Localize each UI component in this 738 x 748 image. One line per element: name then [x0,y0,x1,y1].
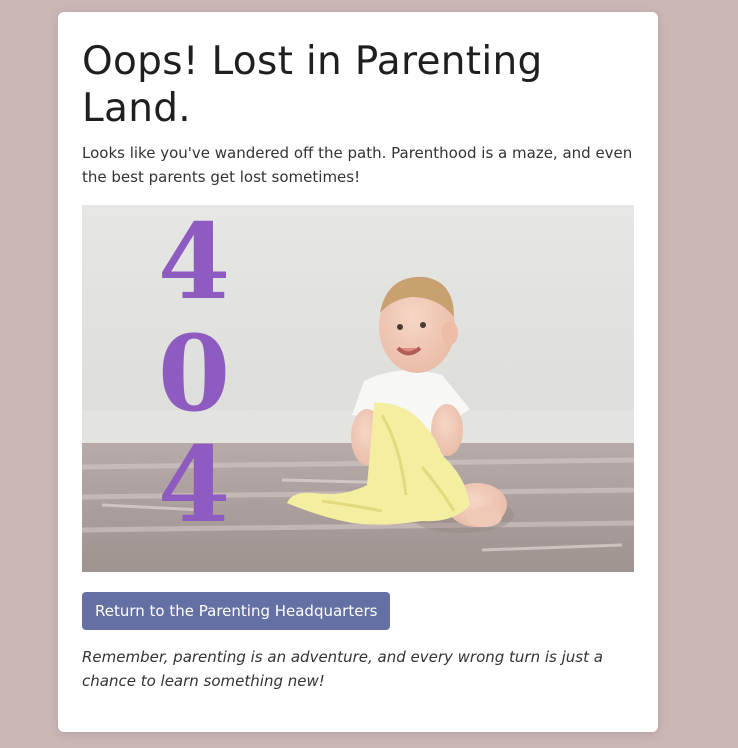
error-digit-1: 4 [158,205,230,323]
lead-text: Looks like you've wandered off the path.… [82,144,633,186]
return-home-button[interactable]: Return to the Parenting Headquarters [82,592,391,630]
error-card: Oops! Lost in Parenting Land. Looks like… [58,12,658,732]
error-code: 4 0 4 [158,205,230,546]
page-title: Oops! Lost in Parenting Land. [82,39,543,131]
error-digit-3: 4 [158,423,230,546]
baby-photo: 4 0 4 [82,205,634,572]
hero-image: 4 0 4 [82,205,634,572]
footer-note: Remember, parenting is an adventure, and… [82,648,603,690]
error-digit-2: 0 [158,312,230,435]
